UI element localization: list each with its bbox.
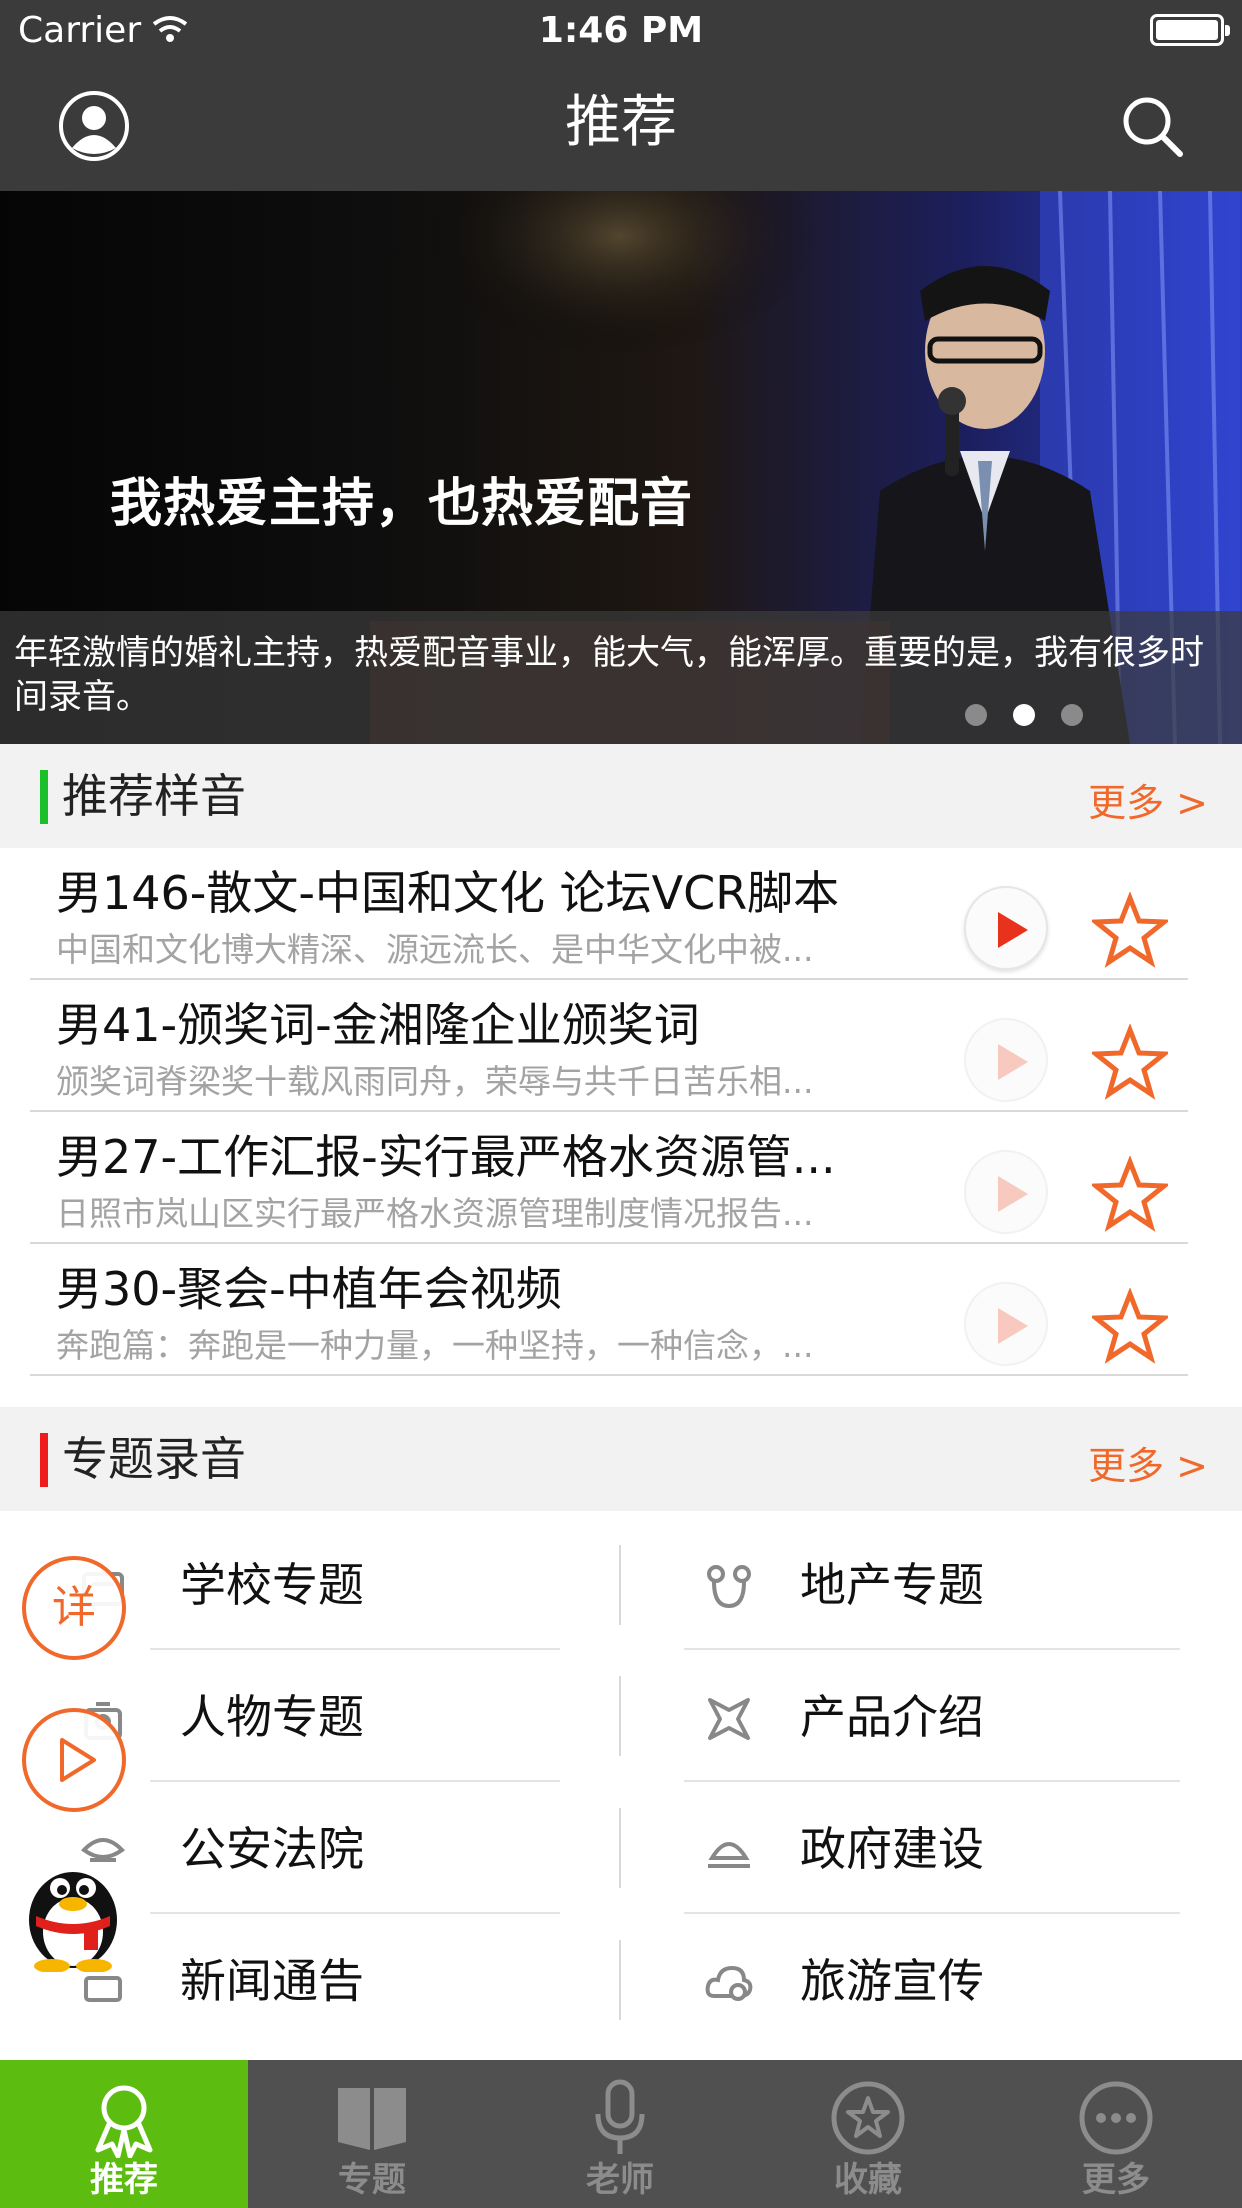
floating-detail-button[interactable]: 详 xyxy=(22,1556,126,1660)
tab-favorites[interactable]: 收藏 xyxy=(744,2060,992,2208)
sample-title: 男27-工作汇报-实行最严格水资源管... xyxy=(56,1130,836,1184)
book-icon xyxy=(338,2088,406,2150)
favorite-star-icon[interactable] xyxy=(1092,1156,1168,1232)
tab-label: 收藏 xyxy=(834,2160,902,2200)
play-icon xyxy=(998,1044,1028,1080)
sample-subtitle: 奔跑篇：奔跑是一种力量，一种坚持，一种信念，... xyxy=(56,1326,814,1365)
sample-title: 男30-聚会-中植年会视频 xyxy=(56,1262,562,1316)
topic-label: 产品介绍 xyxy=(800,1690,984,1744)
play-icon xyxy=(998,1308,1028,1344)
qq-penguin-icon[interactable] xyxy=(18,1848,128,1972)
government-icon xyxy=(708,1842,750,1868)
floating-play-button[interactable] xyxy=(22,1708,126,1812)
grid-divider xyxy=(619,1676,621,1756)
topic-label: 政府建设 xyxy=(800,1822,984,1876)
page-title: 推荐 xyxy=(565,90,677,155)
page-dot-1[interactable] xyxy=(965,704,987,726)
play-button[interactable] xyxy=(964,1282,1048,1366)
status-time: 1:46 PM xyxy=(538,10,704,51)
banner-carousel[interactable]: 我热爱主持，也热爱配音 年轻激情的婚礼主持，热爱配音事业，能大气，能浑厚。重要的… xyxy=(0,191,1242,744)
topic-product[interactable]: 产品介绍 xyxy=(640,1650,1200,1782)
grid-divider xyxy=(619,1940,621,2020)
navigation-bar: Carrier 1:46 PM 推荐 xyxy=(0,0,1242,191)
favorite-star-icon[interactable] xyxy=(1092,1288,1168,1364)
tab-label: 老师 xyxy=(586,2160,654,2200)
sample-row[interactable]: 男27-工作汇报-实行最严格水资源管... 日照市岚山区实行最严格水资源管理制度… xyxy=(0,1112,1242,1244)
topic-label: 新闻通告 xyxy=(180,1954,364,2008)
row-divider xyxy=(30,1374,1188,1376)
sample-row[interactable]: 男146-散文-中国和文化 论坛VCR脚本 中国和文化博大精深、源远流长、是中华… xyxy=(0,848,1242,980)
more-link[interactable]: 更多 > xyxy=(1088,772,1208,827)
grid-divider xyxy=(619,1808,621,1888)
microphone-icon xyxy=(595,2079,645,2154)
topic-government[interactable]: 政府建设 xyxy=(640,1782,1200,1914)
sample-row[interactable]: 男41-颁奖词-金湘隆企业颁奖词 颁奖词脊梁奖十载风雨同舟，荣辱与共千日苦乐相.… xyxy=(0,980,1242,1112)
more-link[interactable]: 更多 > xyxy=(1088,1435,1208,1490)
recommended-section-header: 推荐样音 更多 > xyxy=(0,744,1242,848)
topic-label: 旅游宣传 xyxy=(800,1954,984,2008)
tab-more[interactable]: 更多 xyxy=(992,2060,1242,2208)
topic-realestate[interactable]: 地产专题 xyxy=(640,1518,1200,1650)
tab-label: 更多 xyxy=(1082,2160,1150,2200)
sample-row[interactable]: 男30-聚会-中植年会视频 奔跑篇：奔跑是一种力量，一种坚持，一种信念，... xyxy=(0,1244,1242,1376)
sample-title: 男41-颁奖词-金湘隆企业颁奖词 xyxy=(56,998,700,1052)
favorite-star-icon[interactable] xyxy=(1092,892,1168,968)
more-dots-icon xyxy=(1079,2081,1153,2155)
topic-label: 公安法院 xyxy=(180,1822,364,1876)
sample-subtitle: 日照市岚山区实行最严格水资源管理制度情况报告... xyxy=(56,1194,814,1233)
tab-label: 推荐 xyxy=(90,2160,158,2200)
topic-travel[interactable]: 旅游宣传 xyxy=(640,1914,1200,2046)
tab-bar: 推荐 专题 老师 收藏 更多 xyxy=(0,2060,1242,2208)
grid-divider xyxy=(619,1545,621,1625)
banner-page-indicator[interactable] xyxy=(965,704,1083,726)
search-icon[interactable] xyxy=(1118,92,1186,160)
sample-subtitle: 中国和文化博大精深、源远流长、是中华文化中被... xyxy=(56,930,814,969)
play-icon xyxy=(998,1176,1028,1212)
page-dot-2[interactable] xyxy=(1013,704,1035,726)
sample-subtitle: 颁奖词脊梁奖十载风雨同舟，荣辱与共千日苦乐相... xyxy=(56,1062,814,1101)
section-title: 推荐样音 xyxy=(62,769,246,823)
topic-label: 学校专题 xyxy=(180,1558,364,1612)
play-button[interactable] xyxy=(964,1018,1048,1102)
travel-icon xyxy=(705,1965,753,2001)
product-icon xyxy=(708,1698,750,1740)
award-icon xyxy=(95,2085,153,2158)
tab-label: 专题 xyxy=(338,2160,406,2200)
topics-section-header: 专题录音 更多 > xyxy=(0,1407,1242,1511)
favorite-star-icon[interactable] xyxy=(1092,1024,1168,1100)
topic-label: 人物专题 xyxy=(180,1690,364,1744)
page-dot-3[interactable] xyxy=(1061,704,1083,726)
tab-teachers[interactable]: 老师 xyxy=(496,2060,744,2208)
battery-icon xyxy=(1150,14,1230,46)
section-accent-bar xyxy=(40,1433,48,1487)
play-icon xyxy=(998,912,1028,948)
topic-label: 地产专题 xyxy=(800,1558,984,1612)
tab-recommend[interactable]: 推荐 xyxy=(0,2060,248,2208)
star-circle-icon xyxy=(831,2081,905,2155)
play-outline-icon xyxy=(60,1738,96,1782)
tab-topics[interactable]: 专题 xyxy=(248,2060,496,2208)
play-button[interactable] xyxy=(964,1150,1048,1234)
section-accent-bar xyxy=(40,770,48,824)
play-button[interactable] xyxy=(964,886,1048,970)
section-title: 专题录音 xyxy=(62,1432,246,1486)
detail-label: 详 xyxy=(52,1582,96,1633)
sample-title: 男146-散文-中国和文化 论坛VCR脚本 xyxy=(56,866,840,920)
realestate-icon xyxy=(707,1565,751,1609)
banner-headline: 我热爱主持，也热爱配音 xyxy=(110,473,694,534)
